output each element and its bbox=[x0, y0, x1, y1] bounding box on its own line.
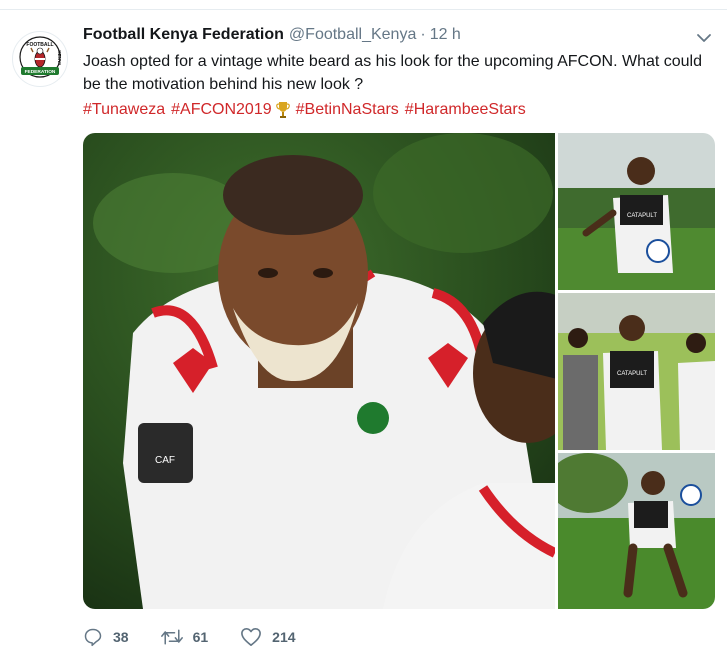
like-count: 214 bbox=[272, 629, 296, 645]
chevron-down-icon[interactable] bbox=[694, 30, 714, 46]
author-handle[interactable]: @Football_Kenya bbox=[289, 26, 416, 44]
logo-side-text: KENYA bbox=[57, 50, 62, 66]
like-button[interactable]: 214 bbox=[240, 627, 296, 647]
hashtag-tunaweza[interactable]: #Tunaweza bbox=[83, 98, 165, 121]
retweet-icon bbox=[160, 629, 183, 645]
thumbnail-photo-2[interactable]: CATAPULT bbox=[558, 293, 715, 450]
top-divider bbox=[0, 9, 727, 10]
reply-count: 38 bbox=[113, 629, 129, 645]
logo-top-text: FOOTBALL bbox=[26, 42, 53, 48]
timestamp[interactable]: 12 h bbox=[430, 26, 461, 44]
sponsor-text-1: CATAPULT bbox=[627, 213, 657, 219]
thumbnail-photo-1[interactable]: CATAPULT bbox=[558, 133, 715, 290]
hashtag-betinnastars[interactable]: #BetinNaStars bbox=[296, 98, 399, 121]
sponsor-text-2: CATAPULT bbox=[617, 371, 647, 377]
hashtags: #Tunaweza #AFCON2019 #BetinNaStars #Hara… bbox=[83, 98, 532, 121]
hashtag-afcon2019[interactable]: #AFCON2019 bbox=[171, 98, 272, 121]
author-name[interactable]: Football Kenya Federation bbox=[83, 26, 284, 44]
tweet-header: Football Kenya Federation @Football_Keny… bbox=[83, 26, 461, 48]
federation-logo: FOOTBALL KENYA FEDERATION bbox=[19, 36, 62, 78]
logo-ribbon-text: FEDERATION bbox=[25, 69, 56, 75]
action-bar: 38 61 214 bbox=[83, 625, 328, 649]
svg-text:CAF: CAF bbox=[155, 455, 175, 466]
media-grid: CAF CATAPULT CATAPULT bbox=[83, 133, 715, 609]
retweet-count: 61 bbox=[192, 629, 209, 645]
separator-dot: · bbox=[420, 26, 426, 43]
retweet-button[interactable]: 61 bbox=[160, 627, 209, 647]
tweet-text: Joash opted for a vintage white beard as… bbox=[83, 53, 702, 93]
hashtag-harambeestars[interactable]: #HarambeeStars bbox=[405, 98, 526, 121]
trophy-icon bbox=[275, 100, 290, 120]
avatar[interactable]: FOOTBALL KENYA FEDERATION bbox=[12, 31, 68, 87]
thumbnail-photo-3[interactable] bbox=[558, 453, 715, 609]
main-photo[interactable]: CAF bbox=[83, 133, 555, 609]
heart-icon bbox=[241, 628, 262, 646]
reply-button[interactable]: 38 bbox=[83, 627, 129, 647]
reply-icon bbox=[84, 628, 102, 647]
